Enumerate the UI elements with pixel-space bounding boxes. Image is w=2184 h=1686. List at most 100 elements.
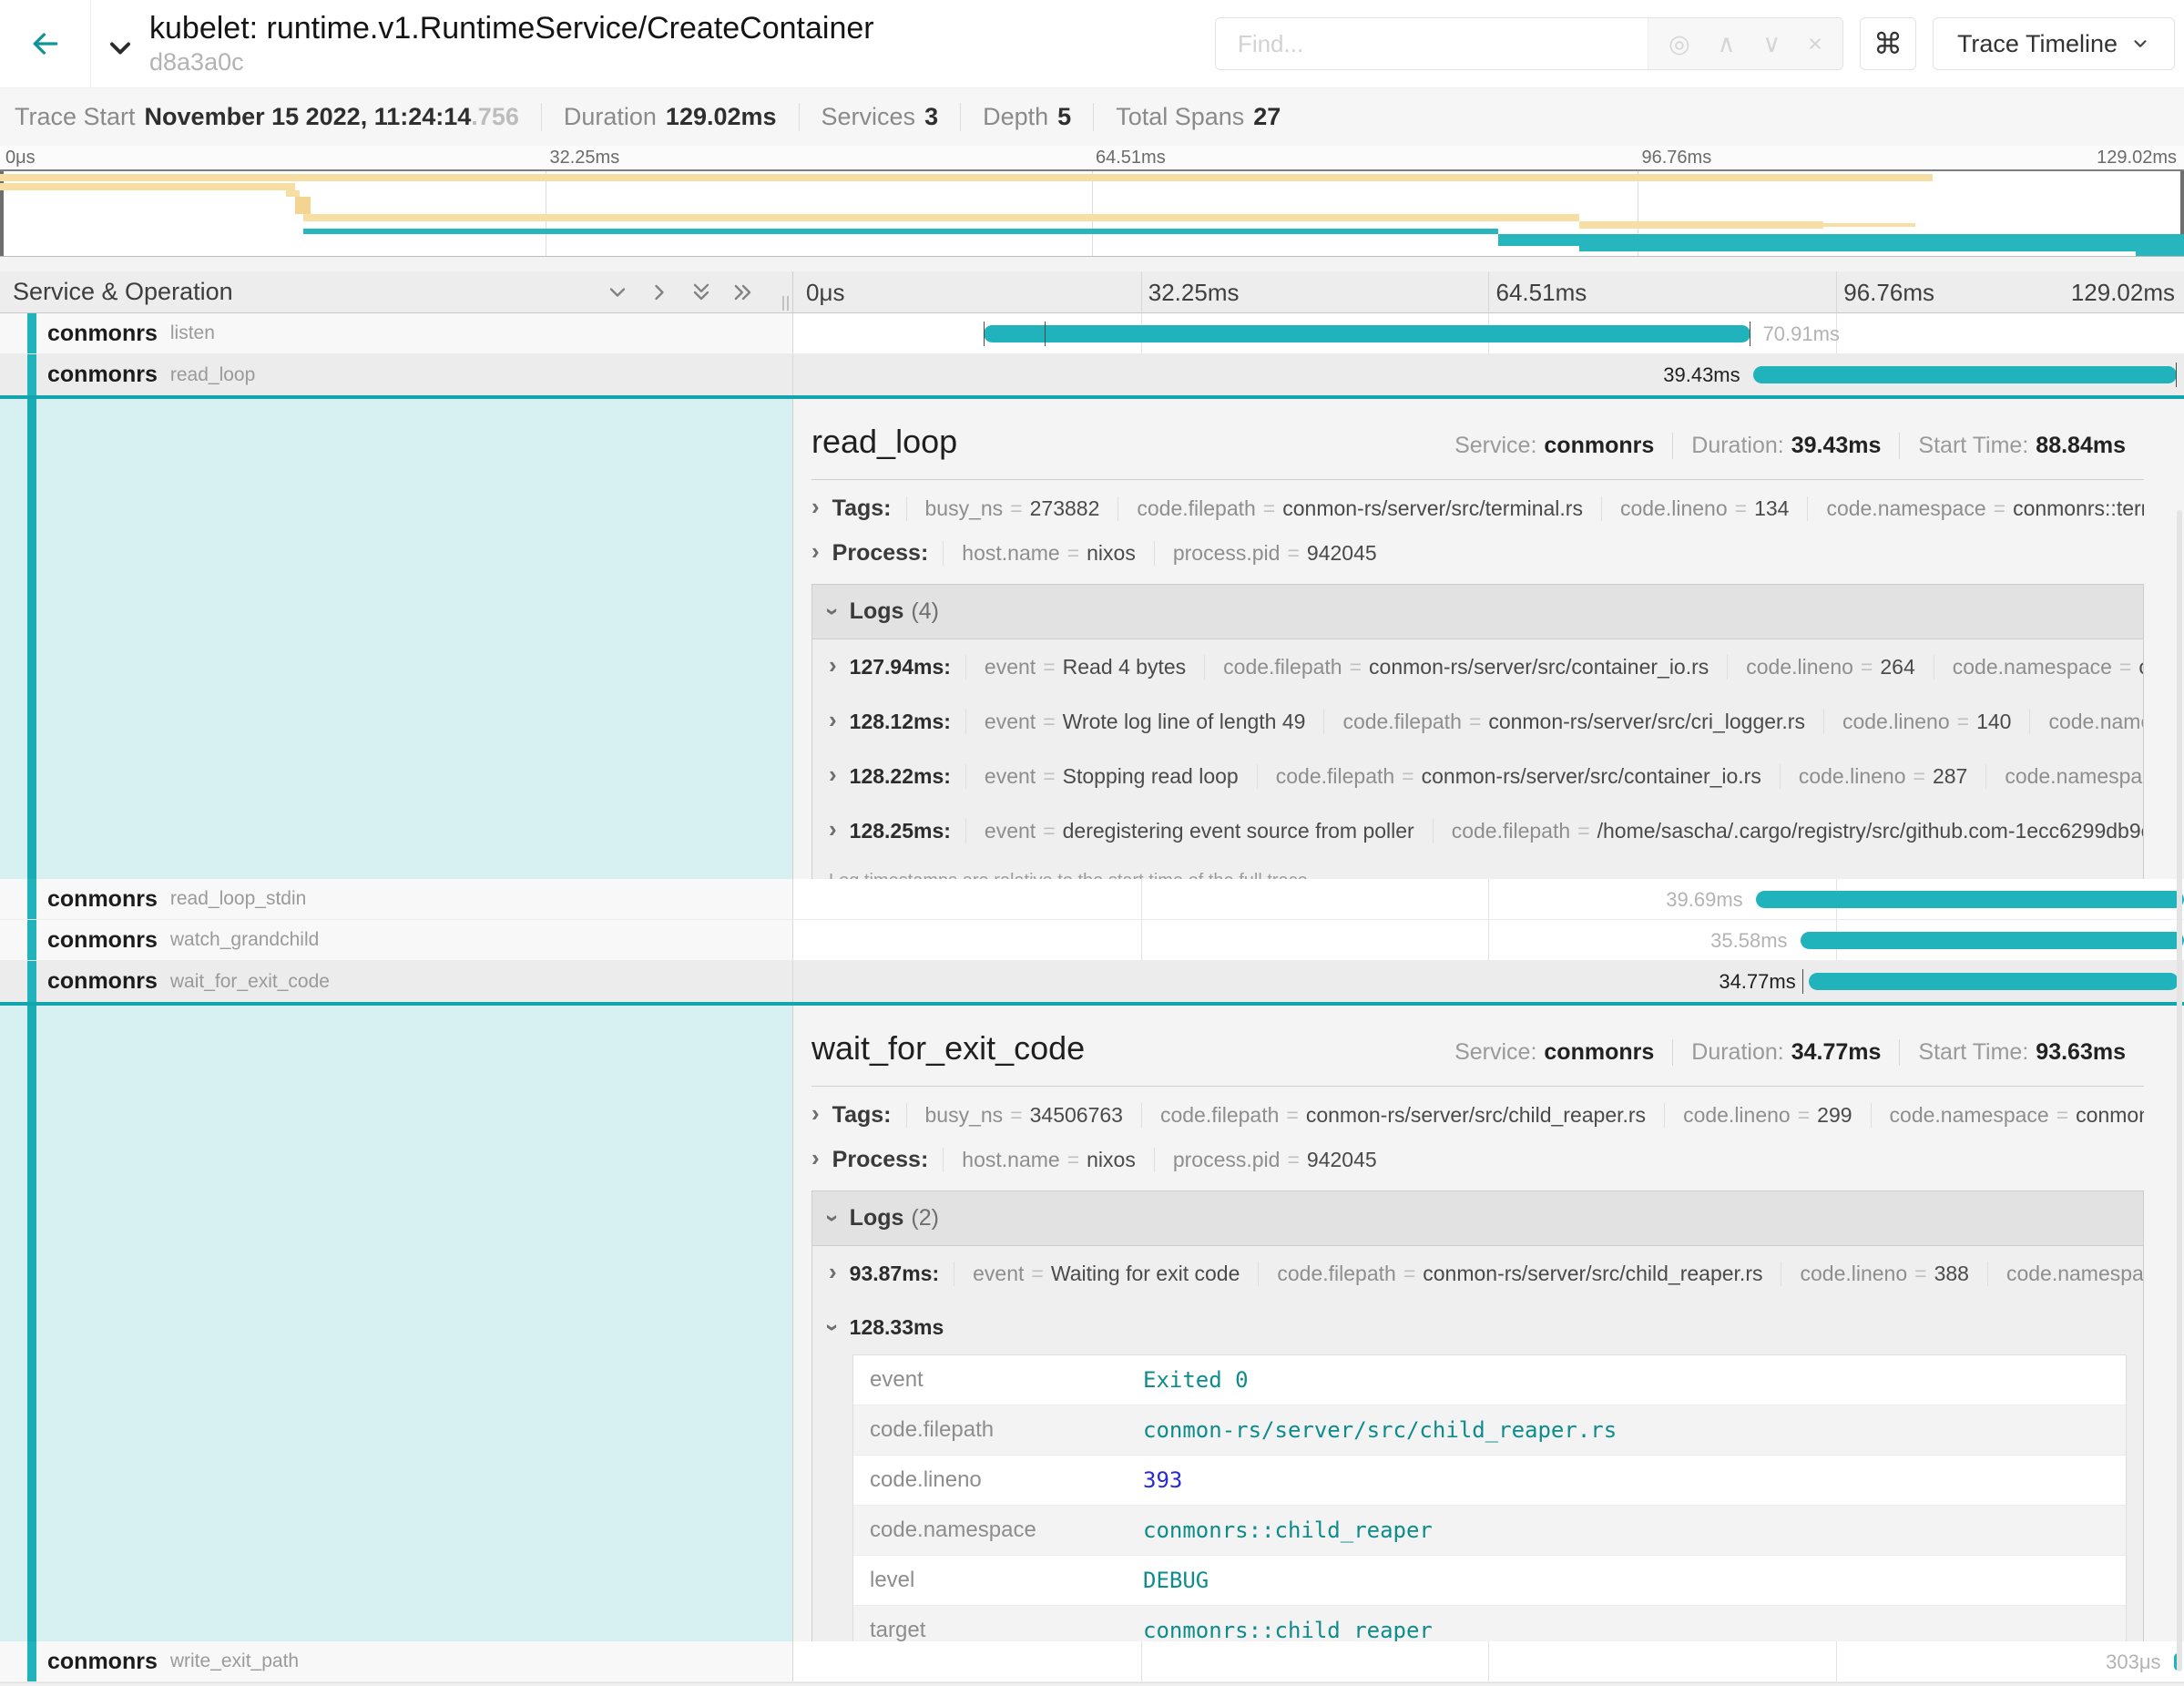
tags-row[interactable]: › Tags: busy_ns=34506763 code.filepath=c… bbox=[811, 1101, 2144, 1129]
log-entry[interactable]: › 128.25ms: event=deregistering event so… bbox=[812, 803, 2143, 858]
log-entry[interactable]: › 127.94ms: event=Read 4 bytes code.file… bbox=[812, 639, 2143, 694]
summary-duration: Duration 129.02ms bbox=[541, 103, 799, 131]
process-row[interactable]: › Process: host.name=nixos process.pid=9… bbox=[811, 1146, 2144, 1174]
chevron-right-icon: › bbox=[829, 1258, 837, 1286]
span-timeline-cell[interactable]: 39.69ms bbox=[793, 879, 2184, 919]
span-name-cell[interactable]: conmonrs listen bbox=[0, 313, 793, 353]
app-header: kubelet: runtime.v1.RuntimeService/Creat… bbox=[0, 0, 2184, 87]
log-entry-expanded[interactable]: › 128.33ms bbox=[812, 1301, 2143, 1347]
span-name-cell[interactable]: conmonrs read_loop bbox=[0, 354, 793, 395]
span-duration-label: 70.91ms bbox=[1761, 313, 1840, 353]
log-tick bbox=[1045, 322, 1046, 346]
expand-all-icon[interactable] bbox=[730, 280, 756, 305]
chevron-right-icon: › bbox=[811, 1146, 820, 1172]
minimap-canvas[interactable] bbox=[0, 169, 2184, 257]
span-name-cell[interactable]: conmonrs watch_grandchild bbox=[0, 920, 793, 960]
detail-duration: Duration:39.43ms bbox=[1672, 433, 1899, 459]
table-row: code.filepath conmon-rs/server/src/child… bbox=[853, 1405, 2126, 1455]
span-service: conmonrs bbox=[47, 321, 158, 347]
minimap-span-bar bbox=[1498, 234, 2184, 246]
collapse-header-button[interactable] bbox=[104, 32, 137, 69]
span-timeline-cell[interactable]: 34.77ms bbox=[793, 961, 2184, 1002]
span-timeline-cell[interactable]: 39.43ms bbox=[793, 354, 2184, 395]
summary-trace-start: Trace Start November 15 2022, 11:24:14.7… bbox=[11, 103, 541, 131]
minimap-axis: 0μs 32.25ms 64.51ms 96.76ms 129.02ms bbox=[0, 146, 2184, 169]
table-row: level DEBUG bbox=[853, 1555, 2126, 1605]
logs-panel: › Logs (4) › 127.94ms: event=Read 4 byte… bbox=[811, 584, 2144, 879]
table-row: code.lineno 393 bbox=[853, 1455, 2126, 1505]
service-color-bar bbox=[27, 920, 36, 960]
find-control: ◎ ∧ ∨ × bbox=[1215, 17, 1843, 70]
span-row-watch-grandchild[interactable]: conmonrs watch_grandchild 35.58ms bbox=[0, 920, 2184, 961]
span-duration-bar[interactable] bbox=[984, 325, 1750, 342]
chevron-right-icon: › bbox=[811, 1101, 820, 1128]
span-duration-label: 39.43ms bbox=[1663, 354, 1741, 395]
table-row: code.namespace conmonrs::child_reaper bbox=[853, 1505, 2126, 1555]
service-color-bar bbox=[27, 961, 36, 1002]
chevron-right-icon: › bbox=[829, 706, 837, 734]
collapse-one-icon[interactable] bbox=[605, 280, 630, 305]
log-tick bbox=[1802, 969, 1804, 994]
column-resize-handle[interactable] bbox=[782, 296, 789, 311]
log-entry[interactable]: › 128.22ms: event=Stopping read loop cod… bbox=[812, 749, 2143, 803]
minimap-span-bar bbox=[2136, 251, 2184, 256]
view-selector-label: Trace Timeline bbox=[1957, 30, 2118, 58]
chevron-right-icon: › bbox=[829, 651, 837, 680]
span-name-cell[interactable]: conmonrs wait_for_exit_code bbox=[0, 961, 793, 1002]
chevron-up-icon[interactable]: ∧ bbox=[1718, 32, 1736, 56]
service-color-bar bbox=[27, 399, 36, 879]
span-row-listen[interactable]: conmonrs listen 70.91ms bbox=[0, 313, 2184, 354]
span-timeline-cell[interactable]: 70.91ms bbox=[793, 313, 2184, 353]
span-duration-label: 35.58ms bbox=[1710, 920, 1789, 960]
span-row-write-exit-path[interactable]: conmonrs write_exit_path 303μs bbox=[0, 1641, 2184, 1682]
span-timeline-cell[interactable]: 35.58ms bbox=[793, 920, 2184, 960]
collapse-all-icon[interactable] bbox=[689, 280, 714, 305]
chevron-down-icon[interactable]: ∨ bbox=[1762, 32, 1781, 56]
logs-header[interactable]: › Logs (4) bbox=[812, 585, 2143, 639]
span-operation: read_loop_stdin bbox=[170, 888, 306, 910]
logs-header[interactable]: › Logs (2) bbox=[812, 1191, 2143, 1246]
target-icon[interactable]: ◎ bbox=[1669, 32, 1690, 56]
span-row-read-loop-stdin[interactable]: conmonrs read_loop_stdin 39.69ms bbox=[0, 879, 2184, 920]
chevron-down-icon: › bbox=[819, 1214, 847, 1222]
minimap-span-bar bbox=[0, 174, 1933, 181]
service-color-bar bbox=[27, 1006, 36, 1641]
span-service: conmonrs bbox=[47, 886, 158, 913]
log-entry[interactable]: › 93.87ms: event=Waiting for exit code c… bbox=[812, 1246, 2143, 1301]
chevron-down-icon bbox=[2130, 34, 2150, 54]
clear-icon[interactable]: × bbox=[1808, 32, 1822, 56]
log-entry[interactable]: › 128.12ms: event=Wrote log line of leng… bbox=[812, 694, 2143, 749]
span-row-wait-for-exit-code[interactable]: conmonrs wait_for_exit_code 34.77ms bbox=[0, 961, 2184, 1006]
span-duration-bar[interactable] bbox=[1809, 973, 2179, 990]
span-timeline-cell[interactable]: 303μs bbox=[793, 1641, 2184, 1681]
span-operation: read_loop bbox=[170, 364, 255, 386]
find-input[interactable] bbox=[1216, 18, 1648, 69]
service-color-bar bbox=[27, 354, 36, 395]
span-duration-bar[interactable] bbox=[1756, 891, 2184, 908]
span-name-cell[interactable]: conmonrs write_exit_path bbox=[0, 1641, 793, 1681]
span-service: conmonrs bbox=[47, 927, 158, 954]
keyboard-shortcuts-button[interactable]: ⌘ bbox=[1860, 17, 1916, 70]
expand-one-icon[interactable] bbox=[647, 280, 672, 305]
span-row-read-loop[interactable]: conmonrs read_loop 39.43ms bbox=[0, 354, 2184, 399]
span-duration-label: 39.69ms bbox=[1666, 879, 1744, 919]
service-color-bar bbox=[27, 313, 36, 353]
log-tick bbox=[2176, 363, 2178, 387]
span-operation: write_exit_path bbox=[170, 1650, 299, 1672]
tags-row[interactable]: › Tags: busy_ns=273882 code.filepath=con… bbox=[811, 495, 2144, 523]
back-button[interactable] bbox=[0, 0, 91, 87]
span-duration-bar[interactable] bbox=[1753, 366, 2178, 383]
span-service: conmonrs bbox=[47, 968, 158, 995]
chevron-right-icon: › bbox=[829, 761, 837, 789]
process-row[interactable]: › Process: host.name=nixos process.pid=9… bbox=[811, 539, 2144, 567]
vertical-scrollbar[interactable] bbox=[2177, 510, 2182, 1671]
span-operation: wait_for_exit_code bbox=[170, 971, 330, 993]
span-operation: watch_grandchild bbox=[170, 929, 319, 951]
bottom-strip bbox=[0, 1682, 2184, 1686]
view-selector-button[interactable]: Trace Timeline bbox=[1933, 17, 2175, 70]
logs-footer-note: Log timestamps are relative to the start… bbox=[812, 858, 2143, 879]
detail-left-gutter bbox=[0, 399, 793, 879]
span-name-cell[interactable]: conmonrs read_loop_stdin bbox=[0, 879, 793, 919]
detail-service: Service:conmonrs bbox=[1436, 433, 1672, 459]
span-duration-bar[interactable] bbox=[1801, 932, 2184, 949]
